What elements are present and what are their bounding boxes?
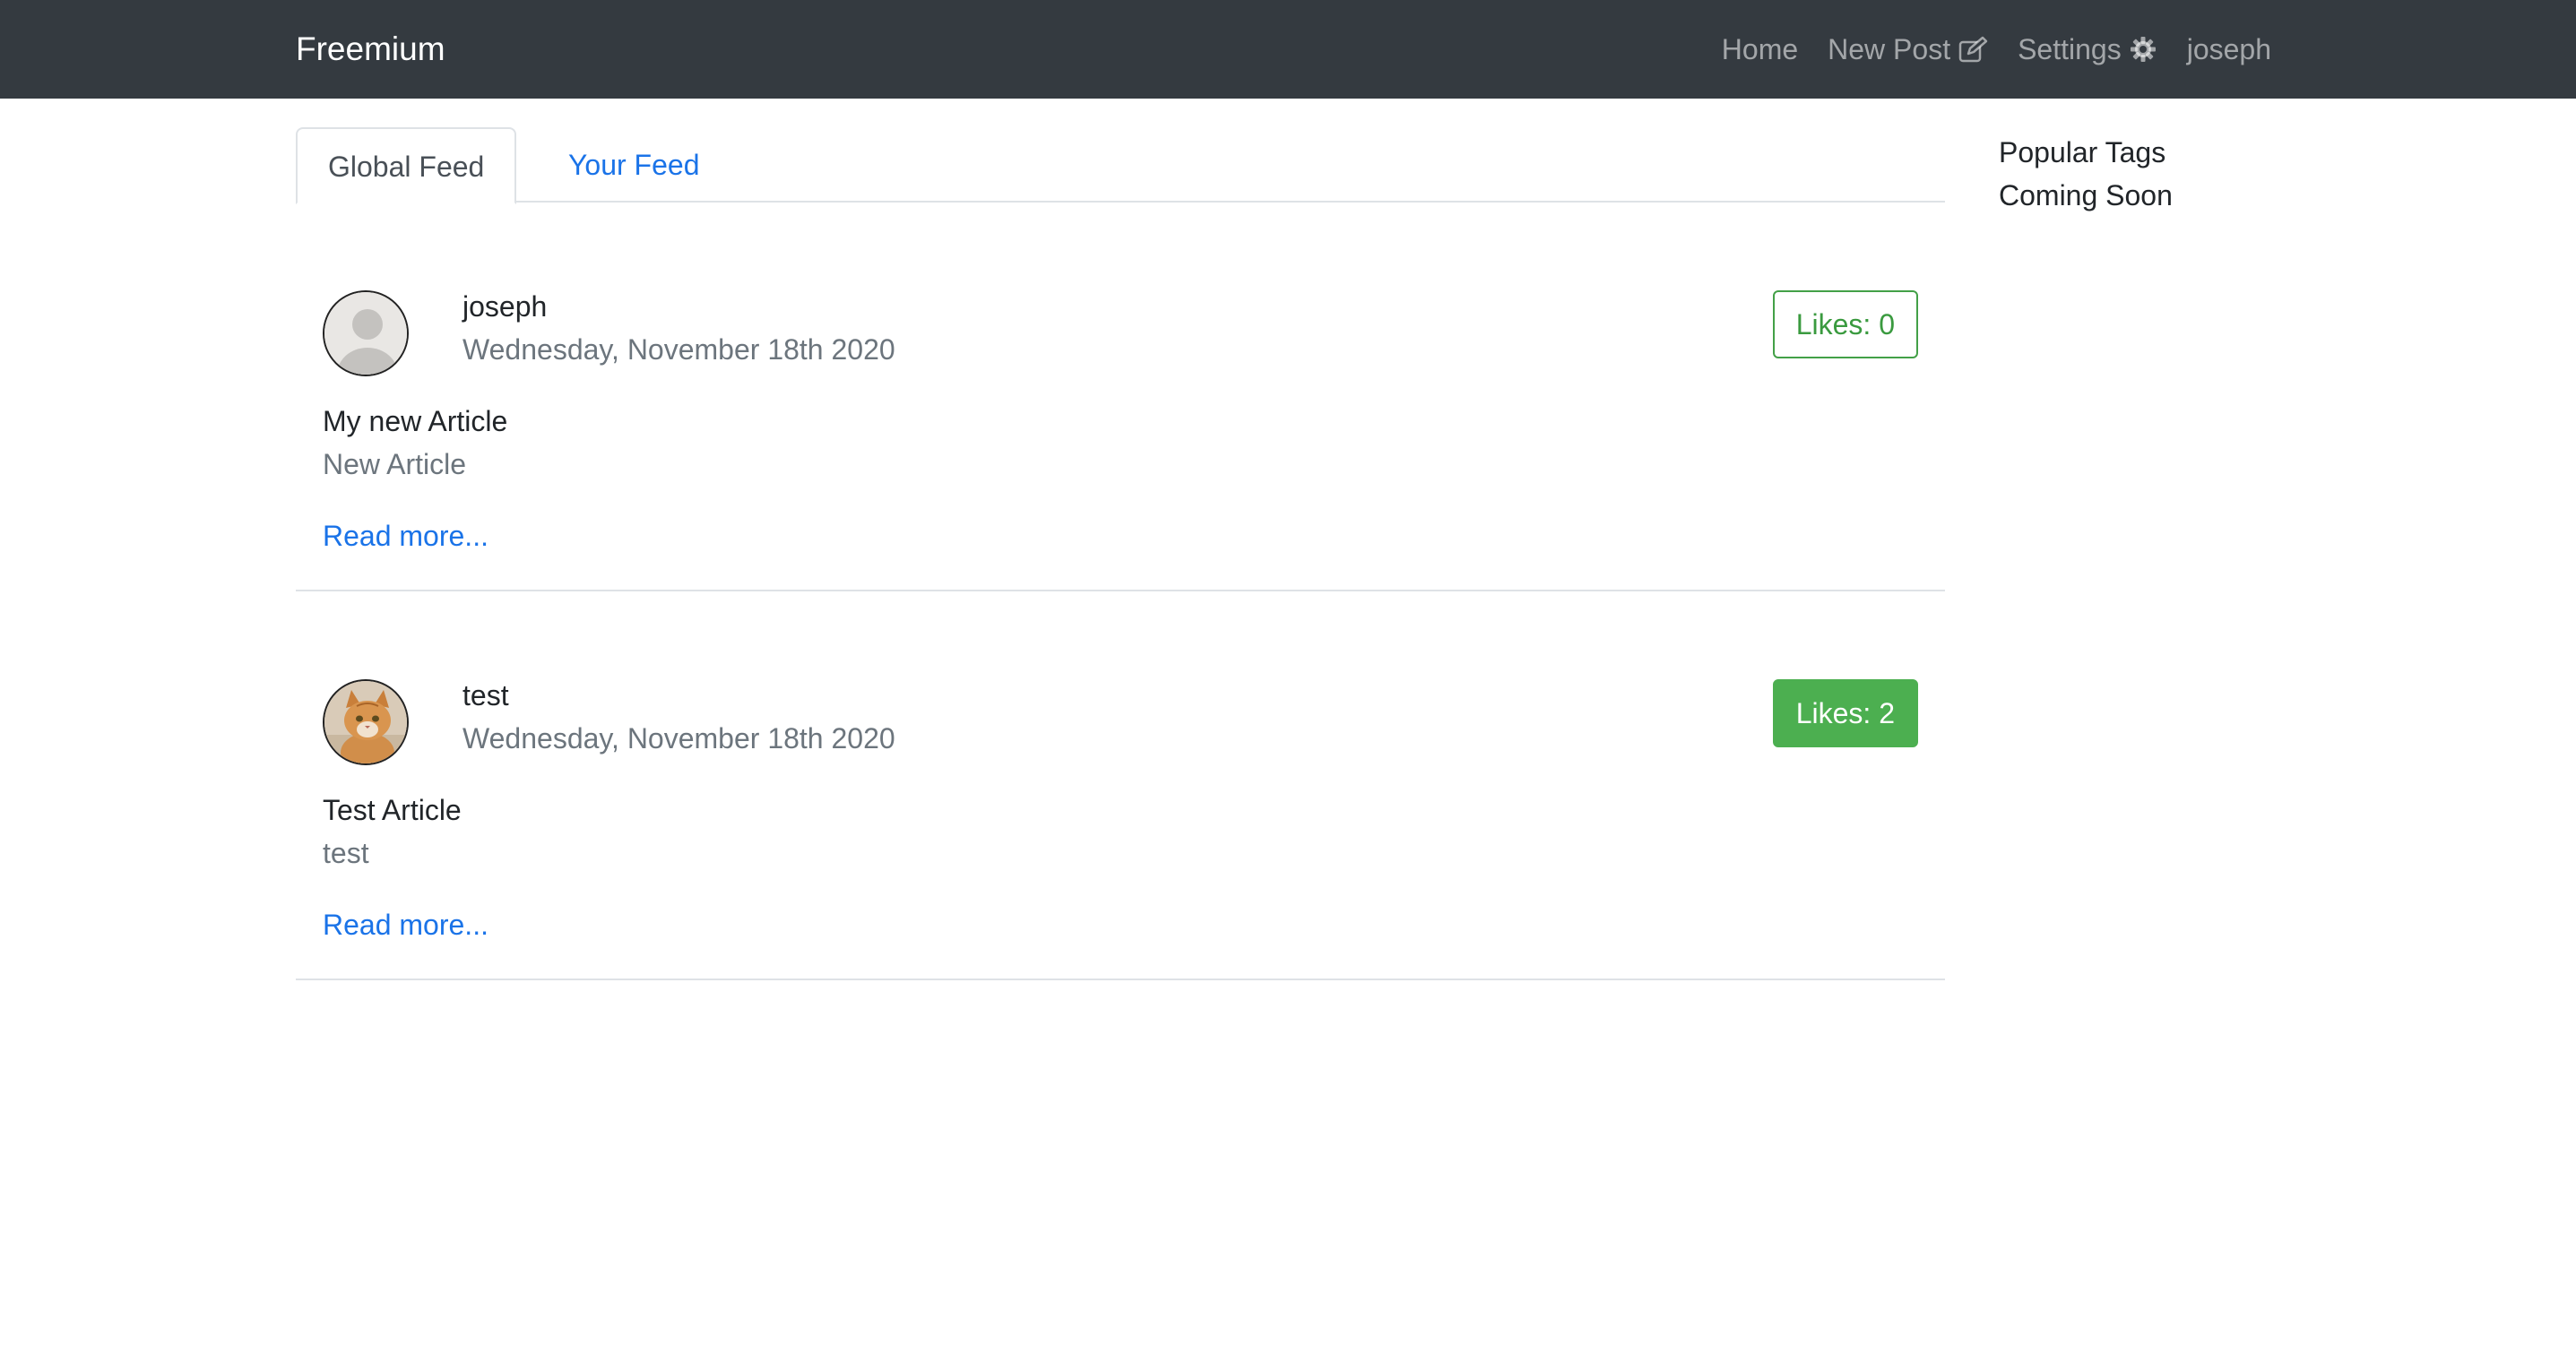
read-more-link[interactable]: Read more...: [323, 909, 488, 942]
article-title: My new Article: [323, 405, 508, 437]
feed-tabs: Global Feed Your Feed: [296, 127, 1945, 204]
cat-picture: [324, 681, 407, 763]
article-title: Test Article: [323, 794, 462, 826]
popular-tags-content: Coming Soon: [1999, 179, 2173, 211]
article-date: Wednesday, November 18th 2020: [462, 333, 895, 366]
avatar-silhouette: [324, 292, 407, 375]
navbar: Freemium Home New Post Settings joseph: [0, 0, 2576, 99]
article-author[interactable]: joseph: [462, 290, 547, 323]
nav-new-post[interactable]: New Post: [1828, 33, 1988, 66]
nav-user-label: joseph: [2186, 32, 2271, 65]
nav-new-post-label: New Post: [1828, 32, 1951, 65]
article-date: Wednesday, November 18th 2020: [462, 722, 895, 754]
tab-global-feed[interactable]: Global Feed: [296, 127, 517, 204]
nav-settings-label: Settings: [2018, 32, 2122, 65]
article-card: test Wednesday, November 18th 2020 Likes…: [296, 591, 1945, 980]
popular-tags-heading: Popular Tags: [1999, 136, 2166, 168]
edit-icon: [1958, 36, 1988, 63]
nav-links: Home New Post Settings joseph: [1722, 0, 2271, 99]
tab-your-feed[interactable]: Your Feed: [538, 127, 730, 203]
article-description: New Article: [323, 448, 467, 480]
nav-user[interactable]: joseph: [2187, 33, 2271, 66]
read-more-link[interactable]: Read more...: [323, 520, 488, 553]
gear-icon: [2130, 37, 2156, 62]
article-card: joseph Wednesday, November 18th 2020 Lik…: [296, 203, 1945, 591]
feed-main: Global Feed Your Feed joseph Wednesday, …: [296, 127, 1945, 980]
default-avatar-icon[interactable]: [323, 290, 409, 376]
likes-button[interactable]: Likes: 0: [1772, 290, 1918, 358]
nav-settings[interactable]: Settings: [2018, 33, 2157, 66]
nav-home-label: Home: [1721, 32, 1799, 65]
cat-avatar[interactable]: [323, 679, 409, 765]
nav-home[interactable]: Home: [1722, 33, 1798, 66]
likes-button[interactable]: Likes: 2: [1772, 679, 1918, 747]
sidebar: Popular Tags Coming Soon: [1999, 131, 2173, 217]
article-author[interactable]: test: [462, 679, 509, 712]
brand-logo[interactable]: Freemium: [296, 0, 445, 99]
article-description: test: [323, 837, 369, 869]
